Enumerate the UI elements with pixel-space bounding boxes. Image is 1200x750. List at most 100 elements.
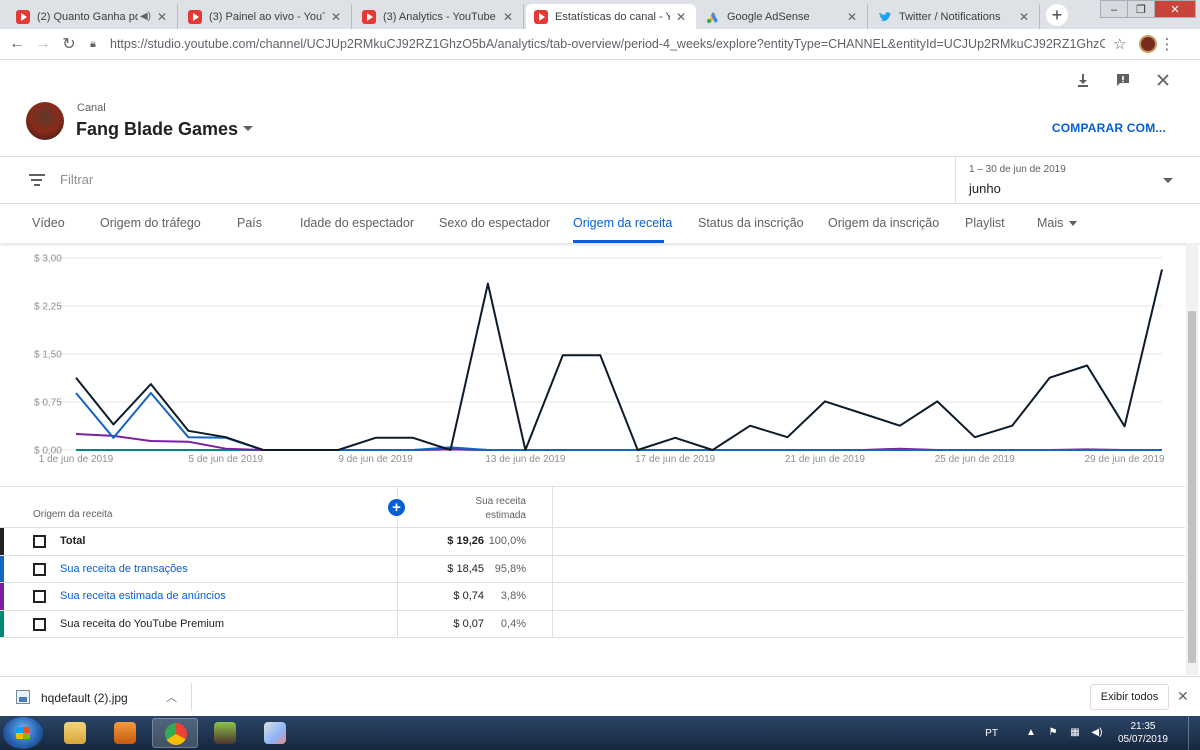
tab-subscription-source[interactable]: Origem da inscrição bbox=[828, 216, 939, 230]
series-color-stripe bbox=[0, 528, 4, 555]
row-checkbox[interactable] bbox=[33, 590, 46, 603]
show-desktop-button[interactable] bbox=[1188, 716, 1200, 750]
compare-button[interactable]: COMPARAR COM... bbox=[1052, 121, 1166, 135]
table-body: Total $ 19,26 100,0% Sua receita de tran… bbox=[0, 528, 1185, 638]
tab-viewer-gender[interactable]: Sexo do espectador bbox=[439, 216, 550, 230]
scrollbar-thumb[interactable] bbox=[1188, 311, 1196, 663]
tab-close-icon[interactable]: ✕ bbox=[845, 10, 859, 24]
row-checkbox[interactable] bbox=[33, 535, 46, 548]
column-header-revenue[interactable]: Sua receita estimada bbox=[438, 495, 526, 523]
back-arrow-icon[interactable]: ← bbox=[4, 35, 30, 53]
system-clock[interactable]: 21:35 05/07/2019 bbox=[1118, 720, 1168, 746]
show-all-downloads-button[interactable]: Exibir todos bbox=[1090, 684, 1169, 710]
chevron-down-icon[interactable] bbox=[243, 126, 253, 131]
page-scrollbar[interactable] bbox=[1186, 243, 1198, 675]
speaker-icon[interactable]: ◀) bbox=[140, 11, 151, 22]
tab-close-icon[interactable]: ✕ bbox=[1017, 10, 1031, 24]
browser-tab-5[interactable]: Google AdSense ✕ bbox=[698, 4, 868, 29]
tab-country[interactable]: País bbox=[237, 216, 262, 230]
browser-tab-3[interactable]: (3) Analytics - YouTube ✕ bbox=[354, 4, 524, 29]
tab-close-icon[interactable]: ✕ bbox=[674, 10, 688, 24]
twitter-icon bbox=[878, 10, 892, 24]
row-percent: 0,4% bbox=[500, 617, 526, 630]
chrome-icon bbox=[165, 723, 187, 745]
close-icon[interactable] bbox=[1154, 72, 1172, 90]
taskbar-media-player[interactable] bbox=[102, 718, 148, 748]
row-label: Total bbox=[60, 535, 86, 547]
revenue-line-chart[interactable]: $ 0,00$ 0,75$ 1,50$ 2,25$ 3,001 de jun d… bbox=[0, 248, 1185, 470]
chevron-up-icon[interactable]: ︿ bbox=[166, 689, 177, 705]
tab-traffic-source[interactable]: Origem do tráfego bbox=[100, 216, 201, 230]
address-bar[interactable]: https://studio.youtube.com/channel/UCJUp… bbox=[110, 37, 1105, 51]
y-tick-label: $ 3,00 bbox=[34, 254, 62, 265]
browser-tab-1[interactable]: (2) Quanto Ganha por ◀) ✕ bbox=[8, 4, 178, 29]
clock-date: 05/07/2019 bbox=[1117, 734, 1168, 745]
language-indicator[interactable]: PT bbox=[985, 728, 998, 739]
x-tick-label: 9 de jun de 2019 bbox=[338, 454, 413, 465]
x-tick-label: 17 de jun de 2019 bbox=[635, 454, 716, 465]
row-percent: 100,0% bbox=[488, 535, 526, 547]
browser-tab-2[interactable]: (3) Painel ao vivo - YouTube ✕ bbox=[180, 4, 352, 29]
new-tab-button[interactable]: + bbox=[1046, 4, 1068, 26]
tab-playlist[interactable]: Playlist bbox=[965, 216, 1005, 230]
volume-icon[interactable]: ◀) bbox=[1090, 727, 1104, 739]
feedback-icon[interactable] bbox=[1114, 72, 1132, 90]
column-header-source[interactable]: Origem da receita bbox=[33, 509, 112, 520]
y-tick-label: $ 2,25 bbox=[34, 302, 62, 313]
x-tick-label: 21 de jun de 2019 bbox=[785, 454, 866, 465]
browser-tab-6[interactable]: Twitter / Notifications ✕ bbox=[870, 4, 1040, 29]
tab-close-icon[interactable]: ✕ bbox=[501, 10, 515, 24]
download-file-name[interactable]: hqdefault (2).jpg bbox=[41, 691, 128, 705]
taskbar-paint[interactable] bbox=[252, 718, 298, 748]
row-label: Sua receita do YouTube Premium bbox=[60, 617, 225, 630]
tab-viewer-age[interactable]: Idade do espectador bbox=[300, 216, 414, 230]
browser-tab-4-active[interactable]: Estatísticas do canal - YouTube ✕ bbox=[526, 4, 696, 29]
taskbar-winrar[interactable] bbox=[202, 718, 248, 748]
row-amount: $ 19,26 bbox=[447, 535, 484, 547]
row-percent: 3,8% bbox=[500, 590, 526, 602]
x-tick-label: 1 de jun de 2019 bbox=[39, 454, 114, 465]
forward-arrow-icon[interactable]: → bbox=[30, 35, 56, 53]
paint-icon bbox=[264, 722, 286, 744]
studio-header: Canal Fang Blade Games COMPARAR COM... bbox=[0, 60, 1200, 157]
taskbar-chrome[interactable] bbox=[152, 718, 198, 748]
lock-icon[interactable]: 🔒︎ bbox=[90, 38, 104, 51]
divider bbox=[191, 683, 192, 711]
tab-close-icon[interactable]: ✕ bbox=[329, 10, 343, 24]
row-checkbox[interactable] bbox=[33, 562, 46, 576]
add-metric-icon[interactable]: + bbox=[388, 499, 405, 516]
windows-start-button[interactable] bbox=[3, 717, 43, 749]
tab-video[interactable]: Vídeo bbox=[32, 216, 65, 230]
chevron-down-icon[interactable] bbox=[1163, 178, 1173, 183]
row-label[interactable]: Sua receita de transações bbox=[60, 563, 188, 575]
row-label[interactable]: Sua receita estimada de anúncios bbox=[60, 590, 226, 602]
tab-subscription-status[interactable]: Status da inscrição bbox=[698, 216, 804, 230]
reload-icon[interactable]: ↻ bbox=[56, 34, 82, 54]
tray-arrow-icon[interactable]: ▲ bbox=[1024, 727, 1038, 739]
restore-button[interactable]: ❐ bbox=[1127, 0, 1155, 18]
filter-icon[interactable] bbox=[29, 174, 45, 186]
date-range-picker[interactable]: 1 – 30 de jun de 2019 junho bbox=[955, 157, 1177, 204]
tab-close-icon[interactable]: ✕ bbox=[155, 10, 169, 24]
archive-icon bbox=[214, 722, 236, 744]
action-center-icon[interactable]: ⚑ bbox=[1046, 727, 1060, 739]
downloads-shelf: hqdefault (2).jpg ︿ Exibir todos ✕ bbox=[0, 676, 1200, 716]
filter-input[interactable]: Filtrar bbox=[60, 172, 93, 187]
close-icon[interactable]: ✕ bbox=[1177, 688, 1189, 705]
row-amount: $ 0,74 bbox=[453, 590, 484, 602]
bookmark-star-icon[interactable]: ☆ bbox=[1113, 35, 1133, 53]
network-icon[interactable]: ▦ bbox=[1068, 727, 1082, 739]
row-checkbox[interactable] bbox=[33, 617, 46, 631]
table-row: Sua receita de transações $ 18,45 95,8% bbox=[0, 555, 1185, 583]
tab-more[interactable]: Mais bbox=[1037, 216, 1078, 230]
minimize-button[interactable]: – bbox=[1100, 0, 1128, 18]
row-amount: $ 0,07 bbox=[453, 617, 484, 630]
taskbar-explorer[interactable] bbox=[52, 718, 98, 748]
browser-tab-title: (2) Quanto Ganha por bbox=[37, 10, 138, 23]
profile-avatar[interactable] bbox=[1139, 35, 1157, 53]
channel-name[interactable]: Fang Blade Games bbox=[76, 119, 238, 140]
close-window-button[interactable]: ✕ bbox=[1154, 0, 1196, 18]
browser-menu-icon[interactable]: ⋮ bbox=[1157, 35, 1177, 53]
download-icon[interactable] bbox=[1074, 72, 1092, 90]
tab-revenue-source[interactable]: Origem da receita bbox=[573, 216, 672, 230]
